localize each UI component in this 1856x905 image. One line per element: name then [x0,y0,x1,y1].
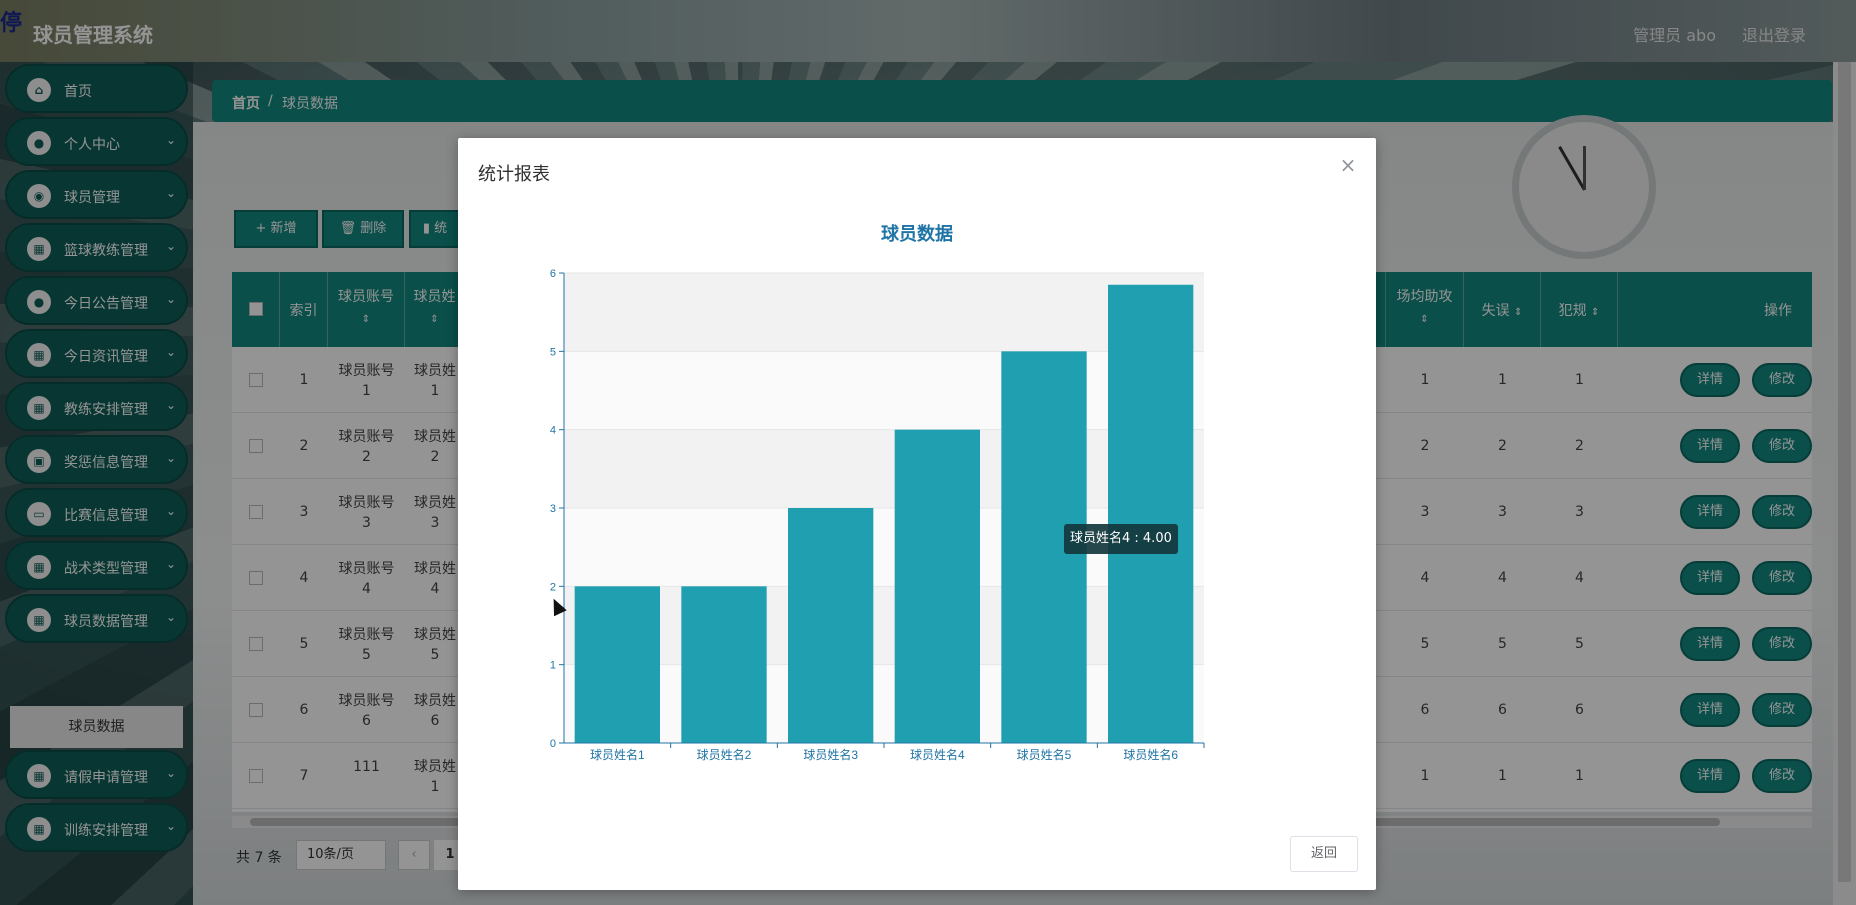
bar-chart: 0 1 2 3 4 5 6 球员姓名1 球员姓名2 球员姓名3 球员姓名4 球员姓名5 球员姓名6 [550,268,1205,762]
bar [1108,284,1194,743]
x-tick-label: 球员姓名4 [910,747,965,762]
bar [681,586,767,743]
y-tick-label: 0 [550,738,556,750]
chart-tooltip: 球员姓名4 : 4.00 [1064,524,1178,554]
chart-title: 球员数据 [881,224,953,245]
y-tick-label: 3 [550,503,556,515]
y-tick-label: 5 [550,346,556,358]
bar [788,508,874,743]
modal-title: 统计报表 [478,164,550,185]
y-tick-label: 4 [550,425,556,437]
y-tick-label: 2 [550,581,556,593]
x-tick-label: 球员姓名1 [590,747,645,762]
x-tick-label: 球员姓名3 [803,747,858,762]
close-icon[interactable]: × [1336,154,1360,178]
return-button[interactable]: 返回 [1290,836,1358,872]
y-tick-label: 6 [550,268,556,280]
x-tick-label: 球员姓名2 [697,747,752,762]
x-tick-label: 球员姓名6 [1123,747,1178,762]
bar [574,586,660,743]
y-tick-label: 1 [550,660,556,672]
stats-report-modal: 统计报表 × 球员数据 0 1 2 3 4 5 6 球员姓名1 球员姓名2 球员姓名3 球员姓名4 球… [458,138,1376,890]
bar [894,429,980,743]
x-tick-label: 球员姓名5 [1017,747,1072,762]
